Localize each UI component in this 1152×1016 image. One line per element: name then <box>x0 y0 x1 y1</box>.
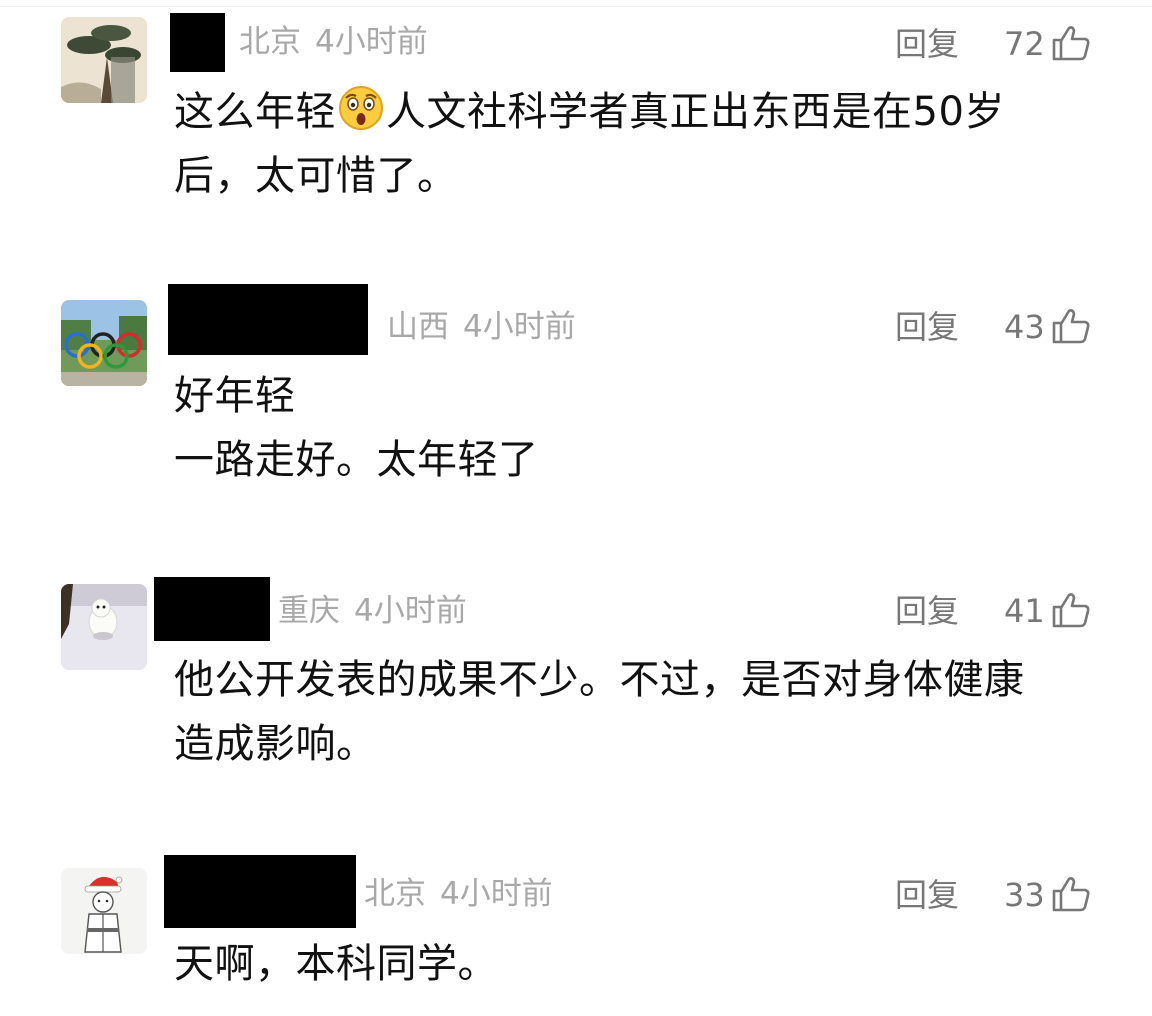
comment-meta: 山西 4小时前 <box>387 307 576 347</box>
reply-button[interactable]: 回复 <box>895 307 959 347</box>
like-count: 41 <box>1004 592 1045 630</box>
user-avatar[interactable] <box>61 868 147 954</box>
comment-text: 这么年轻 人文社科学者真正出东西是在50岁 后，太可惜了。 <box>174 80 1094 208</box>
like-count: 72 <box>1004 25 1045 63</box>
avatar-white-dog-image <box>61 584 147 670</box>
reply-button[interactable]: 回复 <box>895 875 959 915</box>
thumbs-up-icon[interactable] <box>1052 592 1090 628</box>
comment-location: 北京 <box>364 876 426 912</box>
redacted-username <box>170 13 225 72</box>
redacted-username <box>154 577 270 641</box>
comment-meta: 北京 4小时前 <box>239 22 428 62</box>
comment-meta: 北京 4小时前 <box>364 874 553 914</box>
comment-text-line: 这么年轻 <box>174 89 336 135</box>
thumbs-up-icon[interactable] <box>1052 308 1090 344</box>
avatar-pine-painting-image <box>61 17 147 103</box>
comment-time: 4小时前 <box>440 876 553 912</box>
comment-text-line: 一路走好。太年轻了 <box>174 437 539 483</box>
comment-text-line: 人文社科学者真正出东西是在50岁 <box>386 89 1005 135</box>
top-divider <box>0 6 1152 7</box>
thumbs-up-icon[interactable] <box>1052 876 1090 912</box>
comment-meta: 重庆 4小时前 <box>278 591 467 631</box>
comment-time: 4小时前 <box>463 309 576 345</box>
user-avatar[interactable] <box>61 584 147 670</box>
like-count: 43 <box>1004 308 1045 346</box>
reply-button[interactable]: 回复 <box>895 591 959 631</box>
comment-text: 好年轻 一路走好。太年轻了 <box>174 364 1094 492</box>
redacted-username <box>164 855 356 928</box>
user-avatar[interactable] <box>61 17 147 103</box>
astonished-face-emoji-icon <box>339 86 383 130</box>
avatar-olympic-rings-image <box>61 300 147 386</box>
avatar-cartoon-santa-hat-image <box>61 868 147 954</box>
comment-text-line: 好年轻 <box>174 373 296 419</box>
reply-button[interactable]: 回复 <box>895 24 959 64</box>
comment-text-line: 他公开发表的成果不少。不过，是否对身体健康 <box>174 657 1025 703</box>
like-count: 33 <box>1004 876 1045 914</box>
comment-text-line: 造成影响。 <box>174 721 377 767</box>
comment-time: 4小时前 <box>315 24 428 60</box>
comment-text: 天啊，本科同学。 <box>174 932 1094 996</box>
user-avatar[interactable] <box>61 300 147 386</box>
redacted-username <box>168 284 368 355</box>
comment-time: 4小时前 <box>354 593 467 629</box>
thumbs-up-icon[interactable] <box>1052 25 1090 61</box>
comment-location: 重庆 <box>278 593 340 629</box>
comment-text-line: 后，太可惜了。 <box>174 153 458 199</box>
comment-text: 他公开发表的成果不少。不过，是否对身体健康 造成影响。 <box>174 648 1094 776</box>
comment-text-line: 天啊，本科同学。 <box>174 941 498 987</box>
comment-location: 北京 <box>239 24 301 60</box>
comment-location: 山西 <box>387 309 449 345</box>
